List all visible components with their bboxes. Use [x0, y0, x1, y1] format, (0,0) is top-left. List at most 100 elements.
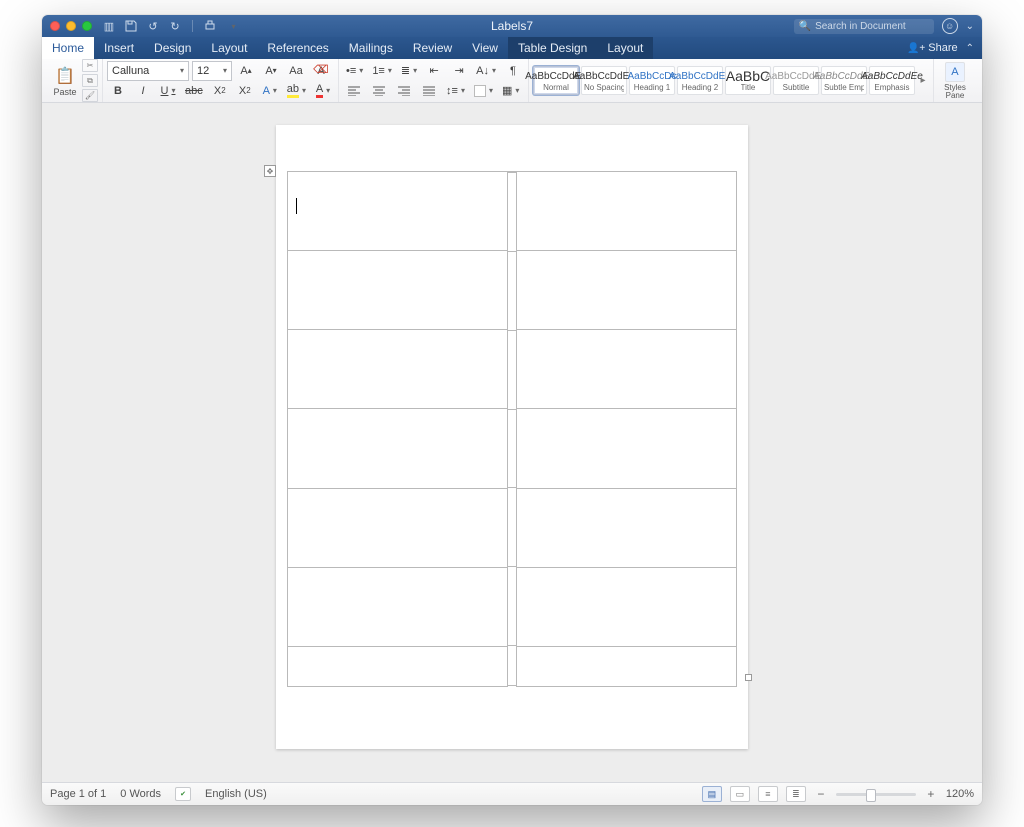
- style-title[interactable]: AaBbCTitle: [725, 66, 771, 95]
- tab-table-design[interactable]: Table Design: [508, 37, 597, 59]
- label-cell[interactable]: [516, 488, 737, 568]
- style-name: Subtitle: [783, 83, 810, 92]
- label-cell[interactable]: [287, 329, 508, 409]
- redo-icon[interactable]: ↻: [168, 19, 182, 33]
- label-cell[interactable]: [516, 567, 737, 647]
- bullets-icon[interactable]: •≡: [343, 62, 366, 80]
- zoom-slider[interactable]: [836, 793, 916, 796]
- decrease-indent-icon[interactable]: ⇤: [423, 62, 445, 80]
- line-spacing-icon[interactable]: ↕≡: [443, 82, 468, 100]
- style-subtle-emph-[interactable]: AaBbCcDdEeSubtle Emph...: [821, 66, 867, 95]
- label-cell[interactable]: [516, 408, 737, 488]
- label-table[interactable]: [287, 171, 737, 686]
- align-center-icon[interactable]: [368, 82, 390, 100]
- print-layout-view-icon[interactable]: ▤: [702, 786, 722, 802]
- label-cell[interactable]: [516, 171, 737, 251]
- tab-table-layout[interactable]: Layout: [597, 37, 653, 59]
- label-cell[interactable]: [287, 567, 508, 647]
- font-size-select[interactable]: 12: [192, 61, 232, 81]
- draft-view-icon[interactable]: ≣: [786, 786, 806, 802]
- label-cell[interactable]: [516, 646, 737, 687]
- styles-pane-button[interactable]: A Styles Pane: [938, 62, 972, 100]
- titlebar-options-icon[interactable]: ⌄: [966, 21, 974, 32]
- borders-icon[interactable]: ▦: [499, 82, 522, 100]
- table-resize-handle-icon[interactable]: [745, 674, 752, 681]
- word-count-status[interactable]: 0 Words: [120, 788, 161, 800]
- close-window-button[interactable]: [50, 21, 60, 31]
- superscript-button[interactable]: X2: [234, 82, 256, 100]
- tab-mailings[interactable]: Mailings: [339, 37, 403, 59]
- bold-button[interactable]: B: [107, 82, 129, 100]
- toggle-ribbon-icon[interactable]: ▥: [102, 19, 116, 33]
- format-painter-icon[interactable]: 🖌: [82, 89, 98, 102]
- page-number-status[interactable]: Page 1 of 1: [50, 788, 106, 800]
- label-cell[interactable]: [287, 646, 508, 687]
- shading-icon[interactable]: [471, 82, 496, 100]
- styles-more-icon[interactable]: ▸: [917, 66, 929, 95]
- label-cell[interactable]: [287, 250, 508, 330]
- highlight-color-icon[interactable]: ab: [284, 82, 309, 100]
- collapse-ribbon-icon[interactable]: ⌃: [966, 43, 974, 54]
- font-color-icon[interactable]: A: [312, 82, 334, 100]
- style-no-spacing[interactable]: AaBbCcDdEeNo Spacing: [581, 66, 627, 95]
- shrink-font-icon[interactable]: A▾: [260, 62, 282, 80]
- style-emphasis[interactable]: AaBbCcDdEeEmphasis: [869, 66, 915, 95]
- minimize-window-button[interactable]: [66, 21, 76, 31]
- increase-indent-icon[interactable]: ⇥: [448, 62, 470, 80]
- italic-button[interactable]: I: [132, 82, 154, 100]
- style-subtitle[interactable]: AaBbCcDdEeSubtitle: [773, 66, 819, 95]
- show-marks-icon[interactable]: ¶: [502, 62, 524, 80]
- share-button[interactable]: Share: [907, 42, 958, 54]
- undo-icon[interactable]: ↺: [146, 19, 160, 33]
- zoom-slider-thumb[interactable]: [866, 789, 876, 802]
- zoom-out-button[interactable]: −: [814, 787, 828, 801]
- tab-layout[interactable]: Layout: [201, 37, 257, 59]
- text-effects-icon[interactable]: A: [259, 82, 281, 100]
- label-cell[interactable]: [516, 329, 737, 409]
- qat-customize-icon[interactable]: [225, 19, 239, 33]
- outline-view-icon[interactable]: ≡: [758, 786, 778, 802]
- language-status[interactable]: English (US): [205, 788, 267, 800]
- paste-button[interactable]: 📋 Paste: [50, 65, 80, 97]
- numbering-icon[interactable]: 1≡: [369, 62, 395, 80]
- font-name-select[interactable]: Calluna: [107, 61, 189, 81]
- label-cell[interactable]: [287, 488, 508, 568]
- style-heading-2[interactable]: AaBbCcDdEeHeading 2: [677, 66, 723, 95]
- multilevel-list-icon[interactable]: ≣: [398, 62, 420, 80]
- cut-icon[interactable]: ✂: [82, 59, 98, 72]
- underline-button[interactable]: U: [157, 82, 179, 100]
- search-input[interactable]: 🔍 Search in Document: [794, 19, 934, 34]
- strikethrough-button[interactable]: abc: [182, 82, 206, 100]
- style-name: Subtle Emph...: [824, 83, 864, 92]
- save-icon[interactable]: [124, 19, 138, 33]
- tab-references[interactable]: References: [257, 37, 338, 59]
- zoom-level[interactable]: 120%: [946, 788, 974, 800]
- subscript-button[interactable]: X2: [209, 82, 231, 100]
- label-cell[interactable]: [287, 408, 508, 488]
- align-left-icon[interactable]: [343, 82, 365, 100]
- zoom-in-button[interactable]: +: [924, 787, 938, 801]
- label-cell[interactable]: [516, 250, 737, 330]
- tab-home[interactable]: Home: [42, 37, 94, 59]
- align-right-icon[interactable]: [393, 82, 415, 100]
- change-case-icon[interactable]: Aa: [285, 62, 307, 80]
- style-normal[interactable]: AaBbCcDdEeNormal: [533, 66, 579, 95]
- style-heading-1[interactable]: AaBbCcDcHeading 1: [629, 66, 675, 95]
- tab-design[interactable]: Design: [144, 37, 201, 59]
- zoom-window-button[interactable]: [82, 21, 92, 31]
- label-cell[interactable]: [287, 171, 508, 251]
- web-layout-view-icon[interactable]: ▭: [730, 786, 750, 802]
- document-area[interactable]: ✥: [42, 103, 982, 782]
- spellcheck-icon[interactable]: ✔: [175, 787, 191, 801]
- sort-icon[interactable]: A↓: [473, 62, 499, 80]
- tab-view[interactable]: View: [462, 37, 508, 59]
- justify-icon[interactable]: [418, 82, 440, 100]
- copy-icon[interactable]: ⧉: [82, 74, 98, 87]
- tab-insert[interactable]: Insert: [94, 37, 144, 59]
- table-move-handle-icon[interactable]: ✥: [264, 165, 276, 177]
- grow-font-icon[interactable]: A▴: [235, 62, 257, 80]
- clear-formatting-icon[interactable]: A⌫: [310, 62, 332, 80]
- print-icon[interactable]: [203, 19, 217, 33]
- feedback-icon[interactable]: ☺: [942, 18, 958, 34]
- tab-review[interactable]: Review: [403, 37, 462, 59]
